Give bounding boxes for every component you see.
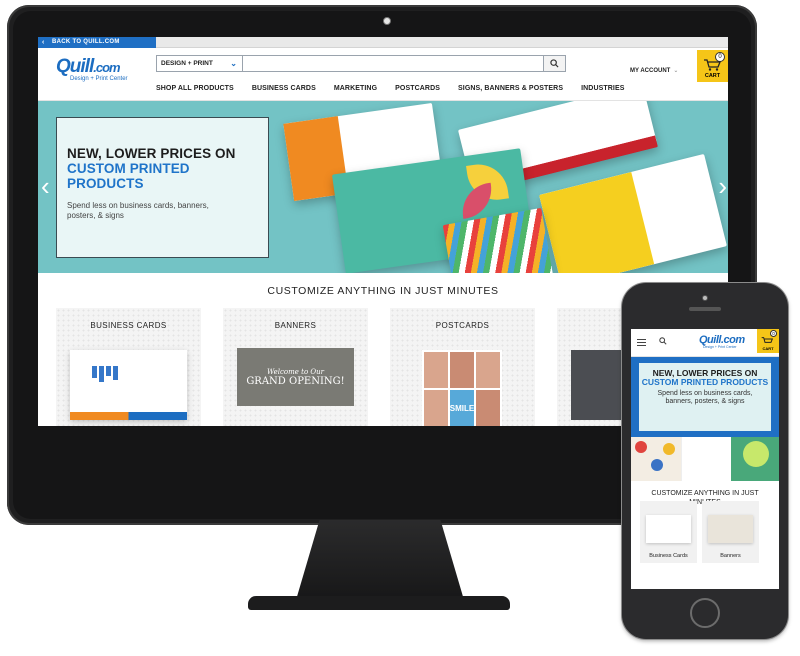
hero-card-yellow bbox=[539, 153, 727, 273]
mobile-tile-banners[interactable]: Banners bbox=[702, 501, 759, 563]
mobile-hero-box: NEW, LOWER PRICES ON CUSTOM PRINTED PROD… bbox=[639, 363, 771, 431]
mobile-header: Quill.com Design + Print Center 0 CART bbox=[631, 329, 779, 357]
tile-title: BANNERS bbox=[274, 321, 317, 330]
hero-banner[interactable]: NEW, LOWER PRICES ON CUSTOM PRINTED PROD… bbox=[38, 101, 728, 273]
phone-home-button bbox=[690, 598, 720, 628]
postcard-smile-text: SMILE bbox=[449, 390, 475, 426]
tile-postcards[interactable]: POSTCARDS SMILE bbox=[390, 308, 535, 426]
utility-bar: ‹ BACK TO QUILL.COM bbox=[38, 37, 728, 48]
logo-wordmark: Quill bbox=[56, 56, 94, 77]
monitor-base bbox=[248, 596, 510, 610]
mobile-cart-label: CART bbox=[762, 346, 774, 351]
search-icon[interactable] bbox=[659, 337, 667, 345]
banner-image: Welcome to Our GRAND OPENING! bbox=[237, 348, 354, 406]
product-tiles: BUSINESS CARDS BANNERS Welcome to Our GR… bbox=[56, 308, 702, 426]
hero-body-text: Spend less on business cards, banners, p… bbox=[67, 201, 209, 220]
cart-label: CART bbox=[704, 73, 721, 79]
tile-banners[interactable]: BANNERS Welcome to Our GRAND OPENING! bbox=[223, 308, 368, 426]
main-nav: SHOP ALL PRODUCTS BUSINESS CARDS MARKETI… bbox=[156, 85, 643, 92]
business-card-image bbox=[70, 350, 187, 420]
site-header: Quill.com Design + Print Center DESIGN +… bbox=[38, 48, 728, 101]
hero-headline-highlight: CUSTOM PRINTED PRODUCTS bbox=[67, 161, 190, 191]
hamburger-menu-icon[interactable] bbox=[637, 339, 646, 346]
logo-subtitle: Design + Print Center bbox=[70, 76, 128, 82]
webcam-icon bbox=[383, 17, 391, 25]
cart-icon bbox=[704, 59, 721, 71]
cart-icon bbox=[761, 337, 773, 343]
carousel-prev-arrow-icon[interactable]: ‹ bbox=[41, 173, 50, 199]
tile-business-cards[interactable]: BUSINESS CARDS bbox=[56, 308, 201, 426]
search-input[interactable] bbox=[243, 56, 543, 71]
chevron-down-icon: ⌄ bbox=[673, 68, 679, 74]
banner-welcome-text: Welcome to Our bbox=[267, 367, 324, 376]
mobile-hero[interactable]: NEW, LOWER PRICES ON CUSTOM PRINTED PROD… bbox=[631, 357, 779, 437]
hero-headline: NEW, LOWER PRICES ON bbox=[67, 146, 236, 161]
nav-business-cards[interactable]: BUSINESS CARDS bbox=[252, 85, 316, 92]
cart-button[interactable]: 0 CART bbox=[697, 50, 728, 82]
phone-speaker bbox=[689, 307, 721, 311]
quill-logo[interactable]: Quill.com Design + Print Center bbox=[56, 56, 128, 82]
mobile-hero-headline-highlight: CUSTOM PRINTED PRODUCTS bbox=[641, 377, 769, 387]
carousel-next-arrow-icon[interactable]: › bbox=[718, 173, 727, 199]
strip-image-white bbox=[681, 437, 731, 481]
chevron-down-icon: ⌄ bbox=[230, 59, 237, 68]
mobile-hero-body: Spend less on business cards, banners, p… bbox=[657, 390, 753, 405]
search-button[interactable] bbox=[543, 56, 565, 71]
back-link-label: BACK TO QUILL.COM bbox=[52, 39, 120, 45]
mobile-tile-label: Banners bbox=[720, 553, 741, 559]
search-category-value: DESIGN + PRINT bbox=[161, 60, 213, 67]
my-account-menu[interactable]: MY ACCOUNT ⌄ bbox=[630, 67, 678, 74]
nav-marketing[interactable]: MARKETING bbox=[334, 85, 377, 92]
mobile-cart-button[interactable]: 0 CART bbox=[757, 329, 779, 353]
mobile-tile-business-cards[interactable]: Business Cards bbox=[640, 501, 697, 563]
mobile-banner-image bbox=[708, 515, 753, 543]
nav-shop-all-products[interactable]: SHOP ALL PRODUCTS bbox=[156, 85, 234, 92]
logo-suffix: .com bbox=[93, 60, 120, 75]
banner-grand-opening-text: GRAND OPENING! bbox=[246, 375, 345, 387]
hero-message-box: NEW, LOWER PRICES ON CUSTOM PRINTED PROD… bbox=[56, 117, 269, 258]
mobile-product-strip bbox=[631, 437, 779, 481]
nav-postcards[interactable]: POSTCARDS bbox=[395, 85, 440, 92]
monitor-stand bbox=[296, 520, 464, 600]
strip-image-green bbox=[731, 437, 779, 481]
mobile-tile-label: Business Cards bbox=[649, 553, 688, 559]
search-bar: DESIGN + PRINT ⌄ bbox=[156, 55, 566, 72]
device-mockup: ‹ BACK TO QUILL.COM Quill.com Design + P… bbox=[0, 0, 800, 656]
nav-signs-banners-posters[interactable]: SIGNS, BANNERS & POSTERS bbox=[458, 85, 563, 92]
mobile-tiles: Business Cards Banners bbox=[640, 501, 759, 563]
phone-camera-icon bbox=[702, 295, 708, 301]
nav-industries[interactable]: INDUSTRIES bbox=[581, 85, 624, 92]
mobile-phone: Quill.com Design + Print Center 0 CART N… bbox=[622, 283, 788, 639]
my-account-label: MY ACCOUNT bbox=[630, 68, 671, 74]
tile-title: POSTCARDS bbox=[435, 321, 490, 330]
tile-title: BUSINESS CARDS bbox=[90, 321, 167, 330]
back-to-quill-link[interactable]: ‹ BACK TO QUILL.COM bbox=[38, 37, 156, 48]
mobile-logo-subtitle: Design + Print Center bbox=[703, 345, 737, 349]
postcard-image: SMILE bbox=[422, 350, 502, 426]
strip-image-dots bbox=[631, 437, 681, 481]
search-icon bbox=[550, 59, 559, 68]
search-category-select[interactable]: DESIGN + PRINT ⌄ bbox=[157, 56, 243, 71]
mobile-business-card-image bbox=[646, 515, 691, 543]
mobile-cart-count: 0 bbox=[770, 330, 777, 337]
chevron-left-icon: ‹ bbox=[42, 39, 45, 46]
